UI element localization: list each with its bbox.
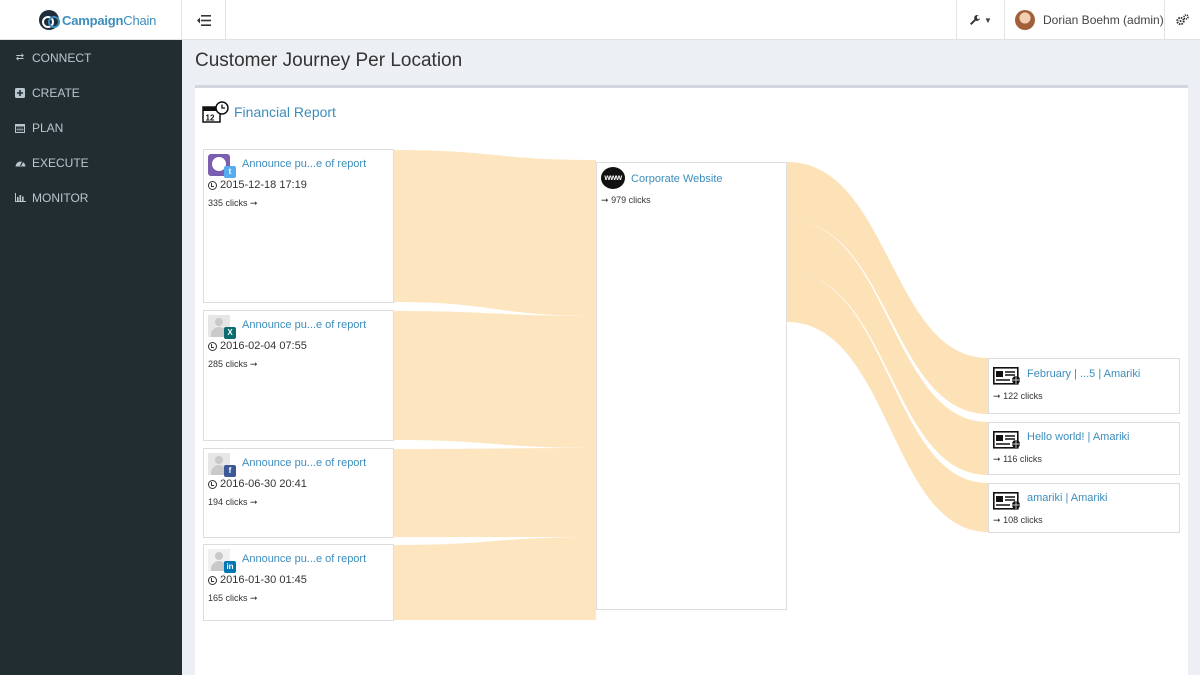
arrow-right-icon: ➞	[993, 391, 1001, 401]
clock-icon	[208, 479, 217, 489]
source-node-linkedin[interactable]: in Announce pu...e of report 2016-01-30 …	[203, 544, 394, 621]
target-node-hello-world[interactable]: Hello world! | Amariki ➞ 116 clicks	[988, 422, 1180, 475]
arrow-right-icon: ➞	[993, 454, 1001, 464]
clicks-text: 335 clicks	[208, 198, 248, 208]
clicks-text: 116 clicks	[1003, 454, 1042, 464]
source-title[interactable]: Announce pu...e of report	[242, 319, 366, 331]
source-thumbnail: f	[208, 453, 236, 477]
hub-node-corporate-website[interactable]: www Corporate Website ➞ 979 clicks	[596, 162, 787, 610]
linkedin-icon: in	[224, 561, 236, 573]
clicks-text: 285 clicks	[208, 359, 248, 369]
clicks-text: 194 clicks	[208, 497, 248, 507]
click-count: 335 clicks ➞	[208, 198, 258, 209]
source-node-facebook[interactable]: f Announce pu...e of report 2016-06-30 2…	[203, 448, 394, 538]
calendar-clock-icon: 12	[202, 101, 229, 123]
target-title[interactable]: February | ...5 | Amariki	[1027, 368, 1140, 380]
arrow-right-icon: ➞	[250, 198, 258, 208]
source-date: 2016-01-30 01:45	[208, 574, 307, 586]
click-count: 194 clicks ➞	[208, 497, 258, 508]
clicks-text: 122 clicks	[1003, 391, 1043, 401]
clicks-text: 979 clicks	[611, 195, 651, 205]
www-globe-icon: www	[601, 167, 625, 189]
click-count: 285 clicks ➞	[208, 359, 258, 370]
flow-source-2-to-hub	[394, 311, 596, 448]
flow-source-3-to-hub	[394, 448, 596, 537]
clicks-text: 108 clicks	[1003, 515, 1043, 525]
flow-source-1-to-hub	[394, 150, 596, 316]
click-count: ➞ 122 clicks	[993, 391, 1043, 402]
click-count: 165 clicks ➞	[208, 593, 258, 604]
clicks-text: 165 clicks	[208, 593, 248, 603]
source-date: 2016-06-30 20:41	[208, 478, 307, 490]
source-date: 2015-12-18 17:19	[208, 179, 307, 191]
click-count: ➞ 116 clicks	[993, 454, 1042, 465]
source-title[interactable]: Announce pu...e of report	[242, 457, 366, 469]
clock-icon	[208, 341, 217, 351]
source-thumbnail: in	[208, 549, 236, 573]
source-thumbnail: t	[208, 154, 236, 178]
webpage-icon	[993, 492, 1020, 510]
click-count: ➞ 979 clicks	[601, 195, 651, 206]
target-node-amariki[interactable]: amariki | Amariki ➞ 108 clicks	[988, 483, 1180, 533]
svg-text:12: 12	[206, 114, 215, 123]
source-date: 2016-02-04 07:55	[208, 340, 307, 352]
clock-icon	[208, 180, 217, 190]
source-title[interactable]: Announce pu...e of report	[242, 158, 366, 170]
flow-source-4-to-hub	[394, 537, 596, 620]
source-node-twitter[interactable]: t Announce pu...e of report 2015-12-18 1…	[203, 149, 394, 303]
twitter-icon: t	[224, 166, 236, 178]
arrow-right-icon: ➞	[250, 593, 258, 603]
arrow-right-icon: ➞	[601, 195, 609, 205]
date-text: 2016-06-30 20:41	[220, 478, 307, 490]
target-node-february[interactable]: February | ...5 | Amariki ➞ 122 clicks	[988, 358, 1180, 414]
hub-title[interactable]: Corporate Website	[631, 173, 723, 185]
click-count: ➞ 108 clicks	[993, 515, 1043, 526]
facebook-icon: f	[224, 465, 236, 477]
arrow-right-icon: ➞	[250, 497, 258, 507]
webpage-icon	[993, 367, 1020, 385]
xing-icon: X	[224, 327, 236, 339]
webpage-icon	[993, 431, 1020, 449]
date-text: 2015-12-18 17:19	[220, 179, 307, 191]
source-thumbnail: X	[208, 315, 236, 339]
clock-icon	[208, 575, 217, 585]
arrow-right-icon: ➞	[993, 515, 1001, 525]
source-title[interactable]: Announce pu...e of report	[242, 553, 366, 565]
arrow-right-icon: ➞	[250, 359, 258, 369]
target-title[interactable]: amariki | Amariki	[1027, 492, 1107, 504]
target-title[interactable]: Hello world! | Amariki	[1027, 431, 1130, 443]
date-text: 2016-02-04 07:55	[220, 340, 307, 352]
date-text: 2016-01-30 01:45	[220, 574, 307, 586]
source-node-xing[interactable]: X Announce pu...e of report 2016-02-04 0…	[203, 310, 394, 441]
report-link[interactable]: Financial Report	[234, 104, 336, 120]
